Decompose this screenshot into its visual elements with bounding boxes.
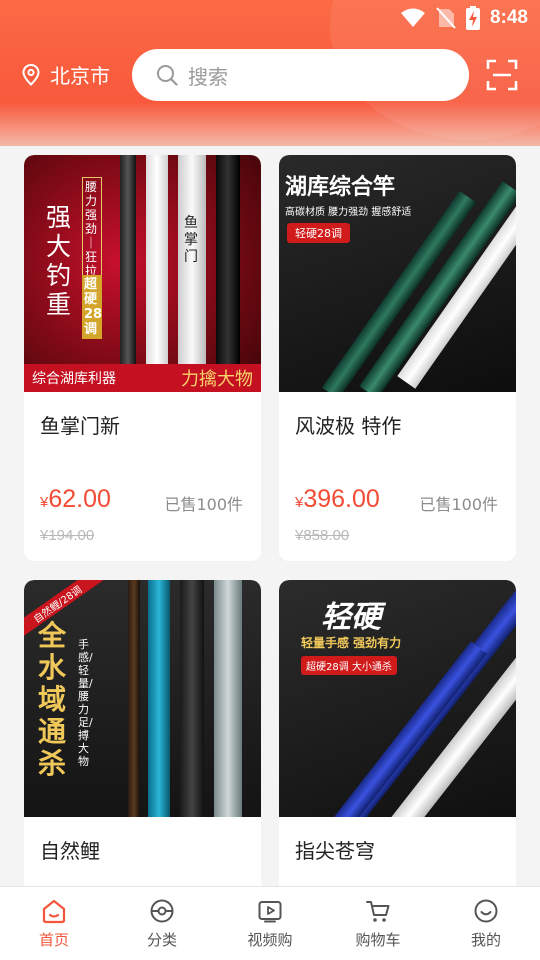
top-header: 8:48 北京市 搜索 <box>0 0 540 146</box>
tab-label: 我的 <box>470 931 501 949</box>
image-headline: 轻硬 <box>321 600 381 635</box>
image-banner: 综合湖库利器 力擒大物 <box>24 364 261 392</box>
sold-count: 已售100件 <box>164 495 243 514</box>
tab-label: 分类 <box>146 931 177 949</box>
bottom-tab-bar: 首页 分类 视频购 购物车 我的 <box>0 886 540 960</box>
banner-right: 力擒大物 <box>181 369 253 390</box>
image-tag: 轻硬28调 <box>287 223 350 243</box>
tab-video[interactable]: 视频购 <box>216 887 324 960</box>
product-image[interactable]: 自然鲤/28调 全水域通杀 手感/轻量/腰力足/搏大物 <box>24 580 261 817</box>
search-placeholder: 搜索 <box>188 64 228 89</box>
tab-label: 首页 <box>38 931 69 949</box>
product-price: ¥396.00 <box>295 485 380 513</box>
product-name: 鱼掌门新 <box>40 414 120 438</box>
rod-graphic <box>128 580 140 817</box>
banner-left: 综合湖库利器 <box>32 371 116 387</box>
clock: 8:48 <box>489 7 528 28</box>
wifi-icon <box>400 8 425 27</box>
location-label: 北京市 <box>50 64 110 88</box>
home-icon <box>42 899 66 924</box>
image-subtitle: 手感/轻量/腰力足/搏大物 <box>78 638 93 768</box>
rod-graphic <box>216 155 240 370</box>
tab-category[interactable]: 分类 <box>108 887 216 960</box>
tab-profile[interactable]: 我的 <box>432 887 540 960</box>
status-bar: 8:48 <box>0 0 540 36</box>
tab-cart[interactable]: 购物车 <box>324 887 432 960</box>
product-name: 风波极 特作 <box>295 414 402 438</box>
category-icon <box>150 899 174 923</box>
product-card[interactable]: 自然鲤/28调 全水域通杀 手感/轻量/腰力足/搏大物 自然鲤 <box>24 580 261 900</box>
image-tag: 超硬28调 <box>82 275 103 339</box>
rod-label: 鱼掌门 <box>184 215 198 265</box>
tab-label: 视频购 <box>247 931 293 949</box>
image-headline: 湖库综合竿 <box>285 175 396 200</box>
original-price: ¥858.00 <box>295 527 350 544</box>
rod-graphic <box>120 155 136 370</box>
scan-icon[interactable] <box>486 59 518 91</box>
image-tag: 超硬28调 大小通杀 <box>301 656 397 675</box>
video-icon <box>258 901 282 923</box>
tab-home[interactable]: 首页 <box>0 887 108 960</box>
product-image[interactable]: 强大钓重 腰力强劲｜狂拉不断 超硬28调 鱼掌门 综合湖库利器 力擒大物 <box>24 155 261 392</box>
cart-icon <box>366 901 390 922</box>
image-subtitle: 高碳材质 腰力强劲 握感舒适 <box>285 207 412 218</box>
product-card[interactable]: 轻硬 轻量手感 强劲有力 超硬28调 大小通杀 指尖苍穹 <box>279 580 516 900</box>
rod-graphic <box>214 580 242 817</box>
product-name: 自然鲤 <box>40 839 100 863</box>
profile-icon <box>474 899 498 923</box>
rod-graphic <box>180 580 204 817</box>
image-headline: 全水域通杀 <box>38 619 67 780</box>
search-icon <box>157 65 178 86</box>
sold-count: 已售100件 <box>419 495 498 514</box>
location-pin-icon <box>22 63 40 86</box>
product-name: 指尖苍穹 <box>295 839 375 863</box>
image-headline: 强大钓重 <box>46 203 72 319</box>
battery-charging-icon <box>465 6 480 30</box>
product-card[interactable]: 湖库综合竿 高碳材质 腰力强劲 握感舒适 轻硬28调 风波极 特作 ¥396.0… <box>279 155 516 561</box>
rod-graphic <box>146 155 168 370</box>
tab-label: 购物车 <box>355 931 401 949</box>
product-price: ¥62.00 <box>40 485 111 513</box>
product-image[interactable]: 轻硬 轻量手感 强劲有力 超硬28调 大小通杀 <box>279 580 516 817</box>
location-selector[interactable]: 北京市 <box>22 60 110 89</box>
image-subtitle: 轻量手感 强劲有力 <box>301 636 402 650</box>
product-image[interactable]: 湖库综合竿 高碳材质 腰力强劲 握感舒适 轻硬28调 <box>279 155 516 392</box>
search-input[interactable]: 搜索 <box>132 49 469 101</box>
no-sim-icon <box>436 7 456 29</box>
product-card[interactable]: 强大钓重 腰力强劲｜狂拉不断 超硬28调 鱼掌门 综合湖库利器 力擒大物 鱼掌门… <box>24 155 261 561</box>
original-price: ¥194.00 <box>40 527 95 544</box>
rod-graphic <box>148 580 170 817</box>
